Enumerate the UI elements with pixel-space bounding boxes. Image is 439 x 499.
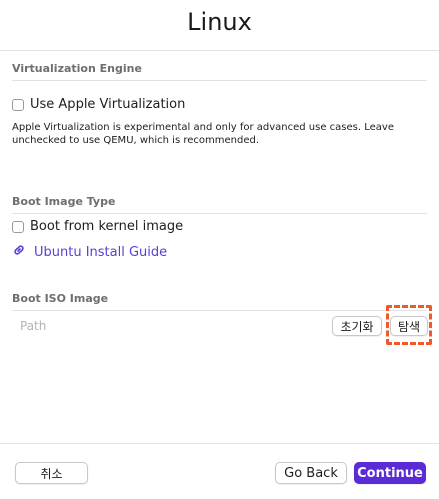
footer-divider — [0, 443, 439, 444]
page-title: Linux — [187, 8, 252, 36]
iso-path-input[interactable]: Path — [12, 314, 322, 338]
virtualization-section-label: Virtualization Engine — [12, 62, 142, 75]
ubuntu-install-guide-label: Ubuntu Install Guide — [34, 244, 168, 260]
virtualization-divider — [12, 80, 427, 81]
continue-button[interactable]: Continue — [354, 462, 426, 484]
header-divider — [0, 50, 439, 51]
browse-button-highlight — [386, 305, 432, 345]
use-apple-virtualization-row[interactable]: Use Apple Virtualization — [12, 97, 185, 112]
boot-from-kernel-checkbox[interactable] — [12, 220, 24, 233]
cancel-button[interactable]: 취소 — [15, 462, 88, 484]
boot-from-kernel-row[interactable]: Boot from kernel image — [12, 219, 183, 234]
use-apple-virtualization-label: Use Apple Virtualization — [30, 97, 186, 112]
link-icon — [12, 243, 26, 261]
use-apple-virtualization-checkbox[interactable] — [12, 98, 24, 111]
boot-iso-section-label: Boot ISO Image — [12, 292, 109, 305]
ubuntu-install-guide-link[interactable]: Ubuntu Install Guide — [12, 243, 167, 261]
virtualization-description: Apple Virtualization is experimental and… — [12, 122, 394, 146]
reset-button[interactable]: 초기화 — [332, 316, 382, 336]
boot-image-divider — [12, 213, 427, 214]
boot-iso-divider — [12, 310, 427, 311]
boot-image-section-label: Boot Image Type — [12, 195, 116, 208]
boot-from-kernel-label: Boot from kernel image — [30, 219, 184, 234]
go-back-button[interactable]: Go Back — [275, 462, 347, 484]
